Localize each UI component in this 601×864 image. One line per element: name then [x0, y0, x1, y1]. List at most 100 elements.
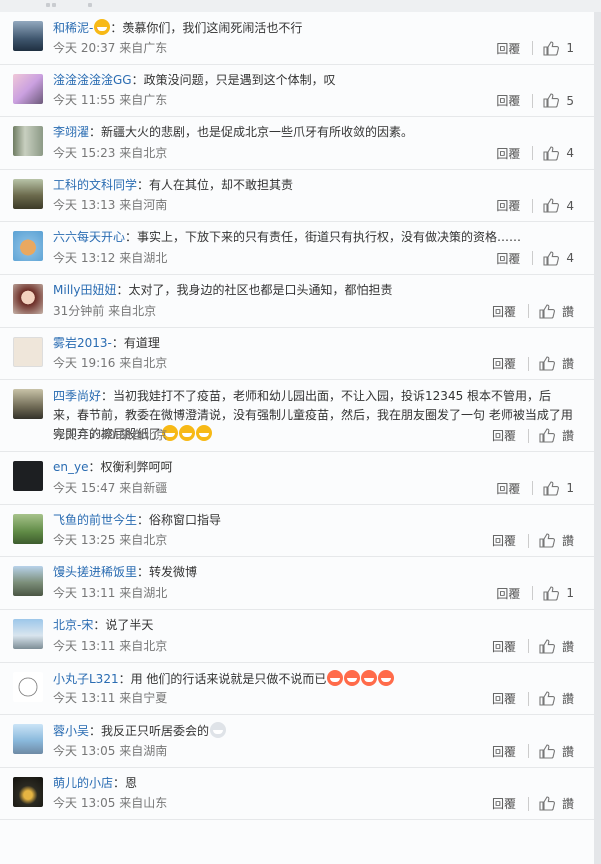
user-avatar[interactable] [13, 389, 43, 420]
username-link[interactable]: 和稀泥- [53, 21, 93, 35]
comment-location: 来自北京 [119, 145, 168, 160]
reply-button[interactable]: 回覆 [492, 743, 516, 760]
username-link[interactable]: 馒头搓进稀饭里 [53, 565, 137, 579]
laugh-emoji-icon [344, 669, 361, 686]
like-button[interactable]: 讚 [539, 532, 574, 549]
like-button[interactable]: 讚 [539, 743, 574, 760]
comment-text-line: en_ye：权衡利弊呵呵 [53, 459, 574, 476]
like-button[interactable]: 1 [543, 41, 574, 56]
user-avatar[interactable] [13, 231, 43, 262]
like-button[interactable]: 讚 [539, 355, 574, 372]
reply-button[interactable]: 回覆 [496, 250, 520, 267]
reply-button[interactable]: 回覆 [496, 585, 520, 602]
like-count: 5 [566, 93, 574, 108]
like-label: 讚 [561, 357, 574, 372]
username-link[interactable]: 雾岩2013- [53, 336, 112, 350]
like-button[interactable]: 讚 [539, 638, 574, 655]
username-link[interactable]: 萌儿的小店 [53, 776, 113, 790]
comment-text-line: 北京-宋：说了半天 [53, 617, 574, 634]
user-avatar[interactable] [13, 566, 43, 597]
user-avatar[interactable] [13, 671, 43, 702]
action-divider [527, 356, 529, 371]
separator: ： [137, 177, 150, 192]
comment-location: 来自广东 [119, 40, 168, 55]
user-avatar[interactable] [13, 336, 43, 367]
like-button[interactable]: 5 [543, 93, 574, 108]
comment-text-line: 工科的文科同学：有人在其位，却不敢担其责 [53, 177, 574, 194]
like-button[interactable]: 讚 [539, 795, 574, 812]
user-avatar[interactable] [13, 283, 43, 314]
comment-location: 来自北京 [119, 638, 168, 653]
like-button[interactable]: 4 [543, 198, 574, 213]
comment-actions: 回覆 4 [496, 145, 574, 162]
action-divider [527, 691, 529, 706]
comment-text-line: 蓉小吴：我反正只听居委会的 [53, 722, 574, 740]
thumbs-up-icon [539, 744, 555, 759]
username-link[interactable]: 六六每天开心 [53, 230, 125, 244]
username-link[interactable]: 蓉小吴 [53, 724, 89, 738]
comment-text: 我反正只听居委会的 [101, 724, 210, 739]
username-link[interactable]: 淦淦淦淦淦GG [53, 73, 132, 87]
username-link[interactable]: Milly田妞妞 [53, 283, 116, 297]
user-avatar[interactable] [13, 21, 43, 51]
reply-button[interactable]: 回覆 [492, 355, 516, 372]
reply-button[interactable]: 回覆 [496, 480, 520, 497]
username-link[interactable]: 四季尚好 [53, 389, 101, 403]
username-link[interactable]: en_ye [53, 460, 88, 474]
username-link[interactable]: 小丸子L321 [53, 672, 119, 686]
separator: ： [113, 775, 126, 790]
reply-button[interactable]: 回覆 [492, 690, 516, 707]
reply-button[interactable]: 回覆 [496, 145, 520, 162]
reply-button[interactable]: 回覆 [492, 795, 516, 812]
reply-button[interactable]: 回覆 [492, 638, 516, 655]
like-button[interactable]: 4 [543, 146, 574, 161]
user-avatar[interactable] [13, 513, 43, 544]
comment-time: 今天 15:23 [53, 145, 116, 160]
action-divider [527, 533, 529, 548]
like-button[interactable]: 1 [543, 586, 574, 601]
comment-time: 今天 13:12 [53, 250, 116, 265]
username-link[interactable]: 工科的文科同学 [53, 178, 137, 192]
comment-meta: 今天 13:13 来自河南 [53, 196, 167, 213]
like-button[interactable]: 讚 [539, 427, 574, 444]
user-avatar[interactable] [13, 461, 43, 492]
comment-item: 馒头搓进稀饭里：转发微博 今天 13:11 来自湖北 回覆 1 [0, 557, 594, 610]
reply-button[interactable]: 回覆 [492, 303, 516, 320]
action-divider [532, 586, 534, 601]
reply-button[interactable]: 回覆 [496, 92, 520, 109]
reply-button[interactable]: 回覆 [492, 427, 516, 444]
comment-text: 太对了，我身边的社区也都是口头通知，都怕担责 [128, 282, 393, 297]
like-button[interactable]: 1 [543, 481, 574, 496]
username-link[interactable]: 北京-宋 [53, 618, 93, 632]
reply-button[interactable]: 回覆 [496, 40, 520, 57]
username-link[interactable]: 飞鱼的前世今生 [53, 513, 137, 527]
user-avatar[interactable] [13, 126, 43, 157]
action-divider [532, 251, 534, 266]
action-divider [527, 796, 529, 811]
like-button[interactable]: 讚 [539, 690, 574, 707]
thumbs-up-icon [543, 198, 560, 213]
reply-button[interactable]: 回覆 [496, 197, 520, 214]
like-button[interactable]: 讚 [539, 303, 574, 320]
user-avatar[interactable] [13, 724, 43, 755]
comment-actions: 回覆 4 [496, 250, 574, 267]
panda-emoji-icon [210, 722, 227, 739]
grin-emoji-icon [179, 425, 196, 442]
thumbs-up-icon [539, 356, 555, 371]
comment-text: 用 他们的行话来说就是只做不说而已 [130, 671, 327, 686]
username-link[interactable]: 李翊濯 [53, 125, 89, 139]
comment-location: 来自湖北 [119, 585, 168, 600]
user-avatar[interactable] [13, 618, 43, 649]
scrollbar[interactable] [594, 12, 601, 864]
comment-actions: 回覆 1 [496, 480, 574, 497]
like-label: 讚 [561, 744, 574, 759]
reply-button[interactable]: 回覆 [492, 532, 516, 549]
like-button[interactable]: 4 [543, 251, 574, 266]
laugh-emoji-icon [327, 669, 344, 686]
separator: ： [93, 617, 106, 632]
comment-item: 小丸子L321：用 他们的行话来说就是只做不说而已 今天 13:11 来自宁夏 … [0, 663, 594, 716]
user-avatar[interactable] [13, 178, 43, 209]
separator: ： [89, 724, 102, 739]
user-avatar[interactable] [13, 776, 43, 807]
user-avatar[interactable] [13, 73, 43, 104]
